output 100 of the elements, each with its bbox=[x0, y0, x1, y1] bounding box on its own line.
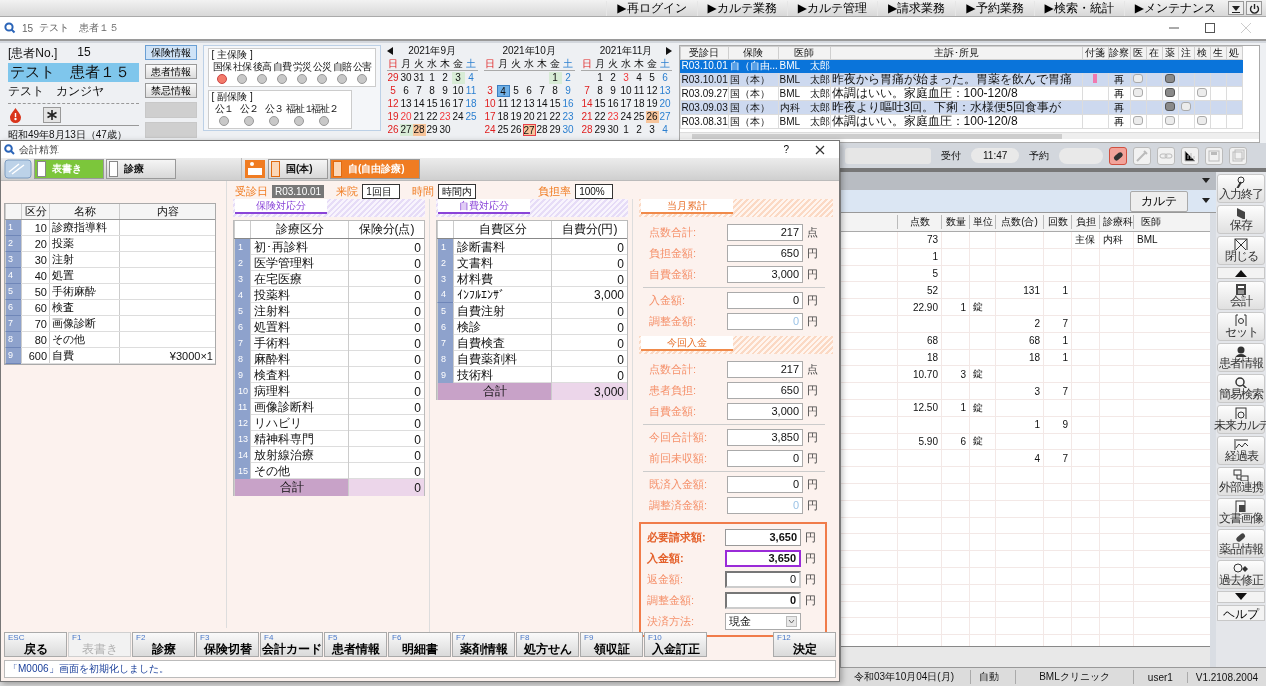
calendar-day[interactable]: 2 bbox=[606, 71, 620, 84]
calendar-day[interactable]: 29 bbox=[425, 123, 439, 136]
visit-row[interactable]: R03.09.03 国（本） 内科 太郎 昨夜より嘔吐3回。下痢：水様便5回食事が 再 bbox=[680, 100, 1243, 115]
previous-icon[interactable] bbox=[386, 47, 393, 55]
column-header[interactable]: 自費区分 bbox=[453, 221, 551, 238]
menu-item[interactable]: ▶カルテ業務 bbox=[696, 0, 787, 16]
calendar-day[interactable]: 12 bbox=[645, 84, 659, 97]
collapse-button[interactable] bbox=[1228, 1, 1244, 15]
calendar-day[interactable]: 29 bbox=[548, 123, 562, 136]
calendar-day[interactable]: 26 bbox=[645, 110, 659, 123]
function-key-button[interactable]: F8 処方せん bbox=[516, 632, 579, 657]
calendar-day[interactable]: 31 bbox=[412, 71, 426, 84]
calendar-day[interactable]: 14 bbox=[412, 97, 426, 110]
calendar-day[interactable]: 9 bbox=[561, 84, 575, 97]
amount-field[interactable]: 650 bbox=[727, 382, 803, 399]
calendar-day[interactable]: 15 bbox=[425, 97, 439, 110]
menu-item[interactable]: ▶再ログイン bbox=[606, 0, 697, 16]
calendar-day[interactable]: 22 bbox=[548, 110, 562, 123]
amount-field[interactable]: 0 bbox=[725, 571, 801, 588]
calendar-day[interactable]: 1 bbox=[619, 123, 633, 136]
power-button[interactable] bbox=[1246, 1, 1262, 15]
side-button[interactable]: 経過表 bbox=[1217, 436, 1265, 465]
calendar-day[interactable]: 5 bbox=[645, 71, 659, 84]
calendar-day[interactable]: 12 bbox=[386, 97, 400, 110]
radio-indicator[interactable] bbox=[244, 116, 255, 126]
calendar-day[interactable]: 22 bbox=[593, 110, 607, 123]
alert-icon[interactable] bbox=[8, 107, 23, 123]
function-key-button[interactable]: F10 入金訂正 bbox=[644, 632, 707, 657]
calendar-day[interactable]: 8 bbox=[425, 84, 439, 97]
caret-icon[interactable] bbox=[1202, 178, 1210, 184]
calendar-day[interactable]: 9 bbox=[606, 84, 620, 97]
calendar-day[interactable]: 17 bbox=[619, 97, 633, 110]
side-button[interactable]: 外部連携 bbox=[1217, 467, 1265, 496]
calendar-day[interactable]: 30 bbox=[399, 71, 413, 84]
calendar-day[interactable]: 3 bbox=[483, 84, 497, 97]
column-header[interactable]: 回数 bbox=[1043, 215, 1071, 229]
calendar-day[interactable]: 29 bbox=[593, 123, 607, 136]
calendar-day[interactable]: 4 bbox=[464, 71, 478, 84]
value-field[interactable]: 100% bbox=[575, 184, 614, 199]
calendar-day[interactable]: 28 bbox=[535, 123, 549, 136]
calendar-day[interactable]: 6 bbox=[399, 84, 413, 97]
calendar-day[interactable]: 18 bbox=[632, 97, 646, 110]
amount-field[interactable]: 0 bbox=[727, 476, 803, 493]
calendar-day[interactable]: 13 bbox=[522, 97, 536, 110]
calendar-day[interactable]: 7 bbox=[580, 84, 594, 97]
maximize-icon[interactable] bbox=[1204, 22, 1216, 34]
column-header[interactable]: 保険 bbox=[728, 46, 779, 60]
asterisk-icon[interactable] bbox=[43, 107, 61, 123]
radio-indicator[interactable] bbox=[319, 116, 330, 126]
calendar-day[interactable]: 6 bbox=[658, 71, 672, 84]
calendar-day[interactable]: 20 bbox=[658, 97, 672, 110]
column-header[interactable]: 単位 bbox=[969, 215, 995, 229]
calendar-day[interactable]: 8 bbox=[593, 84, 607, 97]
value-field[interactable]: R03.10.01 bbox=[272, 185, 325, 198]
calendar-day[interactable]: 7 bbox=[535, 84, 549, 97]
side-button[interactable]: 会計 bbox=[1217, 281, 1265, 310]
calendar-day[interactable]: 23 bbox=[561, 110, 575, 123]
calendar-day[interactable]: 10 bbox=[483, 97, 497, 110]
calendar-day[interactable]: 21 bbox=[412, 110, 426, 123]
calendar-day[interactable]: 27 bbox=[658, 110, 672, 123]
calendar-day[interactable]: 1 bbox=[593, 71, 607, 84]
radio-indicator[interactable] bbox=[296, 74, 307, 84]
radio-indicator[interactable] bbox=[216, 74, 227, 84]
calendar-day[interactable]: 8 bbox=[548, 84, 562, 97]
calendar-day[interactable]: 29 bbox=[386, 71, 400, 84]
calendar-day[interactable]: 7 bbox=[412, 84, 426, 97]
menu-item[interactable]: ▶請求業務 bbox=[877, 0, 956, 16]
close-icon[interactable] bbox=[815, 144, 825, 155]
function-key-button[interactable]: F12 決定 bbox=[773, 632, 836, 657]
amount-field[interactable]: 0 bbox=[727, 450, 803, 467]
menu-item[interactable]: ▶検索・統計 bbox=[1033, 0, 1124, 16]
column-header[interactable]: 数量 bbox=[941, 215, 969, 229]
radio-indicator[interactable] bbox=[276, 74, 287, 84]
side-button[interactable]: 入力終了 bbox=[1217, 174, 1265, 203]
calendar-day[interactable]: 17 bbox=[451, 97, 465, 110]
side-button[interactable]: 閉じる bbox=[1217, 236, 1265, 265]
column-header[interactable]: 点数(合) bbox=[995, 215, 1043, 229]
function-key-button[interactable]: F3 保険切替 bbox=[196, 632, 259, 657]
calendar-day[interactable]: 11 bbox=[496, 97, 510, 110]
calendar-day[interactable]: 24 bbox=[451, 110, 465, 123]
calendar-day[interactable]: 21 bbox=[535, 110, 549, 123]
toolbar-button[interactable] bbox=[1109, 146, 1128, 165]
visit-row[interactable]: R03.08.31 国（本） BML 太郎体調はいい。家庭血圧：100-120/8 再 bbox=[680, 114, 1243, 129]
calendar-day[interactable]: 28 bbox=[580, 123, 594, 136]
amount-field[interactable]: 3,650 bbox=[725, 529, 801, 546]
side-button[interactable]: セット bbox=[1217, 312, 1265, 341]
tab[interactable]: 国(本) bbox=[268, 159, 328, 179]
calendar-day[interactable]: 14 bbox=[535, 97, 549, 110]
calendar-day[interactable]: 15 bbox=[548, 97, 562, 110]
blank-field[interactable] bbox=[845, 147, 931, 164]
calendar-day[interactable]: 24 bbox=[619, 110, 633, 123]
radio-indicator[interactable] bbox=[356, 74, 367, 84]
calendar-day[interactable]: 26 bbox=[386, 123, 400, 136]
calendar-day[interactable]: 2 bbox=[632, 123, 646, 136]
scroll-up-button[interactable] bbox=[1217, 267, 1265, 279]
column-header[interactable]: 負担 bbox=[1071, 215, 1099, 229]
function-key-button[interactable]: F6 明細書 bbox=[388, 632, 451, 657]
function-key-button[interactable]: F4 会計カード bbox=[260, 632, 323, 657]
side-button[interactable]: 保存 bbox=[1217, 205, 1265, 234]
radio-indicator[interactable] bbox=[256, 74, 267, 84]
